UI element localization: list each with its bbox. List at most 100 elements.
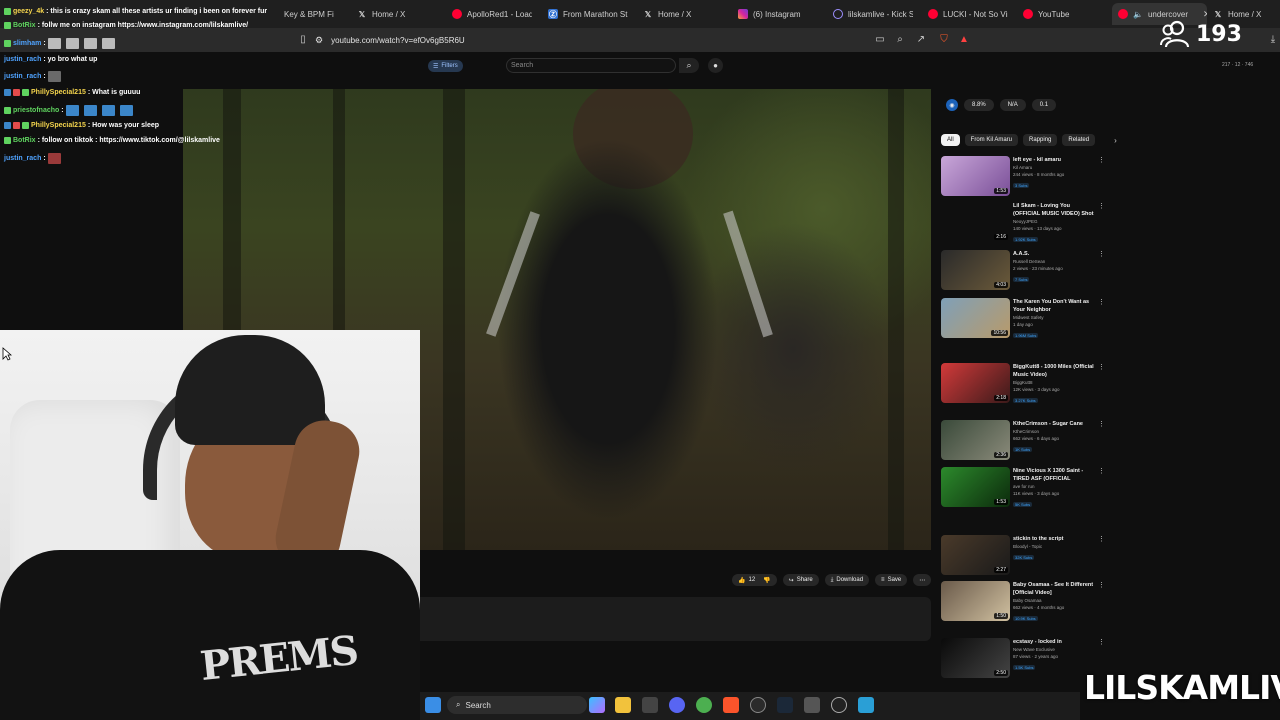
video-thumbnail[interactable]: 2:16 [941,202,1010,242]
chat-username: priestofnacho [13,107,60,114]
screen-icon[interactable]: ▭ [873,33,887,47]
more-actions-button[interactable]: ⋯ [913,574,932,586]
sidebar-stats-row: ◉ 8.8% N/A 0.1 [946,99,1057,111]
browser-tab[interactable]: Ⓩ From Marathon Stre [548,3,628,25]
more-vert-icon[interactable]: ⋮ [1098,467,1105,475]
more-vert-icon[interactable]: ⋮ [1098,638,1105,646]
video-thumbnail[interactable]: 4:03 [941,250,1010,290]
share-page-icon[interactable]: ↗ [914,33,928,47]
brave-shield-icon[interactable]: ⛉ [937,33,951,47]
store-icon[interactable] [642,697,658,713]
extension-stats: 217 · 12 · 746 [1222,62,1254,68]
chat-text: : follow on tiktok : https://www.tiktok.… [37,137,220,144]
steam-icon[interactable] [777,697,793,713]
recommendation-item[interactable]: 1:50 Baby Osamaa - See It Different [Off… [941,581,1106,627]
copilot-icon[interactable] [589,697,605,713]
chat-text: : [43,155,46,162]
brave-icon[interactable] [723,697,739,713]
recommendation-item[interactable]: 2:36 KtheCrimson - Sugar Cane KtheCrimson… [941,420,1106,466]
thumbs-down-icon[interactable]: 👎 [763,577,770,584]
more-vert-icon[interactable]: ⋮ [1098,581,1105,589]
video-thumbnail[interactable]: 1:50 [941,581,1010,621]
chip-related[interactable]: Related [1062,134,1096,146]
chat-message: geezy_4k : this is crazy skam all these … [4,8,267,15]
chat-username: BotRix [13,137,36,144]
chip-from-kil-amaru[interactable]: From Kil Amaru [964,134,1019,146]
app-icon[interactable] [858,697,874,713]
chat-badge-icon [4,8,11,15]
app-icon[interactable] [804,697,820,713]
browser-tab[interactable]: ApolloRed1 - Loadi [452,3,532,25]
save-button[interactable]: ≡ Save [875,574,908,586]
taskbar-search[interactable]: ⌕ Search [447,696,587,714]
video-thumbnail[interactable]: 2:50 [941,638,1010,678]
zoom-icon[interactable]: ⌕ [893,33,907,47]
like-button[interactable]: 👍 12 👎 [732,574,777,586]
recommendation-item[interactable]: 2:27 stickin to the script Bloodyl - Topi… [941,535,1106,581]
more-vert-icon[interactable]: ⋮ [1098,363,1105,371]
recommendation-item[interactable]: 1:53 Nine Vicious X 1300 Saint - TIRED A… [941,467,1106,513]
recommendation-item[interactable]: 2:16 Lil Skam - Loving You (OFFICIAL MUS… [941,202,1106,248]
app-icon[interactable] [696,697,712,713]
more-vert-icon[interactable]: ⋮ [1098,535,1105,543]
webcam-shirt [0,550,420,720]
recommendation-item[interactable]: 10:56 The Karen You Don't Want as Your N… [941,298,1106,344]
search-icon: ⌕ [456,700,461,709]
browser-tab[interactable]: Key & BPM Fi [284,3,342,25]
obs-icon[interactable] [831,697,847,713]
chip-rapping[interactable]: Rapping [1023,134,1058,146]
recommendation-item[interactable]: 2:50 ecstasy - locked in New Wave Exclusi… [941,638,1106,684]
recommendation-item[interactable]: 2:18 BiggKutt8 - 1000 Miles (Official Mu… [941,363,1106,409]
site-settings-icon[interactable]: ⚙ [315,35,323,46]
windows-start-icon[interactable] [425,697,441,713]
download-icon[interactable]: ⤓ [1266,33,1280,47]
browser-tab[interactable]: (6) Instagram [738,3,818,25]
chat-badge-icon [13,122,20,129]
bookmark-icon[interactable]: ▯ [296,33,310,47]
more-vert-icon[interactable]: ⋮ [1098,156,1105,164]
chat-message: BotRix : follw me on instagram https://w… [4,22,248,29]
share-button[interactable]: ↪ Share [782,574,819,586]
browser-tab[interactable]: 𝕏 Home / X [643,3,723,25]
video-thumbnail[interactable]: 2:18 [941,363,1010,403]
stat-chip: 8.8% [964,99,994,111]
more-vert-icon[interactable]: ⋮ [1098,420,1105,428]
share-icon: ↪ [788,577,794,584]
video-thumbnail[interactable]: 2:27 [941,535,1010,575]
app-icon[interactable] [750,697,766,713]
viewer-count: 193 [1160,20,1242,48]
chat-message: justin_rach : [4,153,64,164]
stat-chip: N/A [999,99,1026,111]
video-thumbnail[interactable]: 1:53 [941,156,1010,196]
recommendation-filter-chips: All From Kil Amaru Rapping Related › [941,134,1117,146]
more-vert-icon[interactable]: ⋮ [1098,250,1105,258]
browser-tab[interactable]: lilskamlive - Kick Str [833,3,913,25]
chat-badge-icon [22,89,29,96]
discord-icon[interactable] [669,697,685,713]
recommendation-item[interactable]: 1:53 left eye - kil amaru Kil Amaru 244 vi… [941,156,1106,202]
video-thumbnail[interactable]: 1:53 [941,467,1010,507]
extension-icon[interactable]: ◉ [946,99,958,111]
more-vert-icon[interactable]: ⋮ [1098,202,1105,210]
chat-badge-icon [4,22,11,29]
chip-all[interactable]: All [941,134,960,146]
download-button[interactable]: ⤓ Download [824,574,870,586]
description-box[interactable] [383,597,931,641]
rewards-icon[interactable]: ▲ [957,33,971,47]
microphone-icon[interactable]: ● [708,58,723,73]
video-thumbnail[interactable]: 10:56 [941,298,1010,338]
browser-tab[interactable]: 𝕏 Home / X [357,3,437,25]
file-explorer-icon[interactable] [615,697,631,713]
search-button[interactable]: ⌕ [679,58,699,73]
search-input[interactable]: Search [506,58,676,73]
emote-icon [101,38,115,49]
browser-tab[interactable]: YouTube [1023,3,1103,25]
more-vert-icon[interactable]: ⋮ [1098,298,1105,306]
chevron-right-icon[interactable]: › [1114,136,1117,145]
close-tab-icon[interactable]: ✕ [1203,9,1207,20]
browser-tab[interactable]: LUCKI - Not So Virg [928,3,1008,25]
x-logo-icon: 𝕏 [358,9,366,19]
recommendation-item[interactable]: 4:03 A.A.S. Russell DeSean 2 views · 23 mi… [941,250,1106,296]
video-thumbnail[interactable]: 2:36 [941,420,1010,460]
filters-button[interactable]: ☰ Filters [428,60,463,72]
